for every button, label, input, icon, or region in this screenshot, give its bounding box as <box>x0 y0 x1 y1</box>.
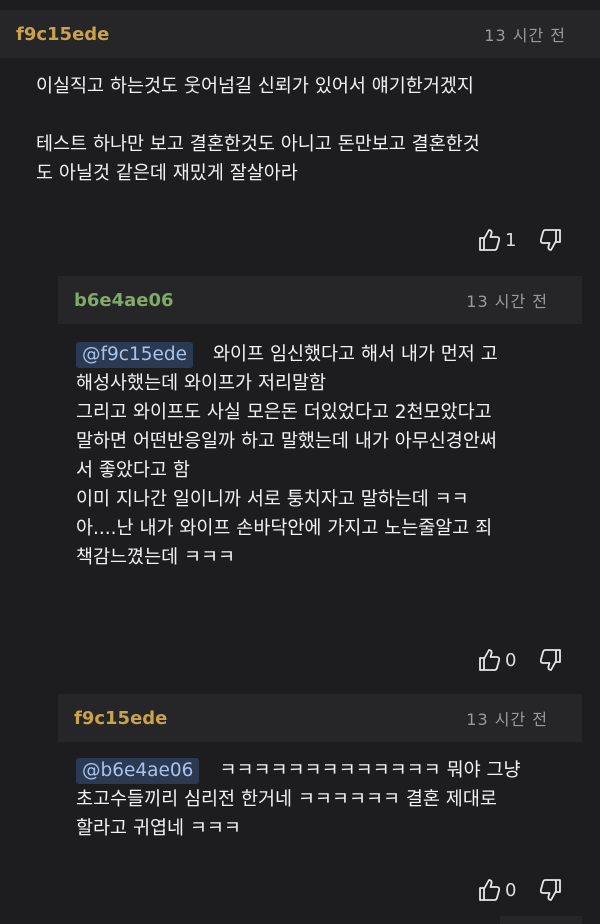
like-button[interactable]: 0 <box>478 648 534 672</box>
comment-line <box>36 101 480 130</box>
comment-body: 이실직고 하는것도 웃어넘길 신뢰가 있어서 얘기한거겠지 테스트 하나만 보고… <box>36 72 480 188</box>
dislike-button[interactable] <box>540 228 562 252</box>
dislike-button[interactable] <box>540 878 562 902</box>
comment-header: f9c15ede 13 시간 전 <box>58 694 582 742</box>
dislike-button[interactable] <box>540 648 562 672</box>
like-button[interactable]: 0 <box>478 878 534 902</box>
comment-actions: 0 <box>478 648 562 672</box>
comment-line: ㅋㅋㅋㅋㅋㅋㅋㅋㅋㅋㅋㅋㅋ 뭐야 그냥 <box>219 760 521 781</box>
comment-line: 이미 지나간 일이니까 서로 퉁치자고 말하는데 ㅋㅋ <box>76 489 469 510</box>
comment-header: f9c15ede 13 시간 전 <box>0 10 600 58</box>
next-comment-header-edge <box>500 916 582 924</box>
timestamp: 13 시간 전 <box>466 710 548 729</box>
comment-line: 초고수들끼리 심리전 한거네 ㅋㅋㅋㅋㅋㅋ 결혼 제대로 <box>76 789 497 810</box>
thumbs-up-icon <box>478 878 500 902</box>
username[interactable]: f9c15ede <box>74 708 167 729</box>
comment-header: b6e4ae06 13 시간 전 <box>58 276 582 324</box>
thumbs-up-icon <box>478 648 500 672</box>
comment-line: 서 좋았다고 함 <box>76 460 190 481</box>
comment-line: 도 아닐것 같은데 재밌게 잘살아라 <box>36 163 298 184</box>
thumbs-up-icon <box>478 228 500 252</box>
like-count: 1 <box>505 229 517 251</box>
thumbs-down-icon <box>540 878 562 902</box>
like-count: 0 <box>505 879 517 901</box>
comment-line: 해성사했는데 와이프가 저리말함 <box>76 373 327 394</box>
comment-body: @f9c15ede 와이프 임신했다고 해서 내가 먼저 고 해성사했는데 와이프… <box>76 340 498 572</box>
reply-1: b6e4ae06 13 시간 전 @f9c15ede 와이프 임신했다고 해서 내… <box>0 270 600 690</box>
thumbs-down-icon <box>540 228 562 252</box>
comment-actions: 0 <box>478 878 562 902</box>
mention-tag[interactable]: @f9c15ede <box>76 342 194 368</box>
comment-1: f9c15ede 13 시간 전 이실직고 하는것도 웃어넘길 신뢰가 있어서 … <box>0 0 600 270</box>
comment-line: 책감느꼈는데 ㅋㅋㅋ <box>76 547 236 568</box>
like-button[interactable]: 1 <box>478 228 534 252</box>
reply-2: f9c15ede 13 시간 전 @b6e4ae06 ㅋㅋㅋㅋㅋㅋㅋㅋㅋㅋㅋㅋㅋ … <box>0 690 600 924</box>
username[interactable]: b6e4ae06 <box>74 290 174 311</box>
comment-line: 이실직고 하는것도 웃어넘길 신뢰가 있어서 얘기한거겠지 <box>36 76 474 97</box>
comment-line: 테스트 하나만 보고 결혼한것도 아니고 돈만보고 결혼한것 <box>36 134 480 155</box>
comment-line: 말하면 어떤반응일까 하고 말했는데 내가 아무신경안써 <box>76 431 497 452</box>
comment-line: 그리고 와이프도 사실 모은돈 더있었다고 2천모았다고 <box>76 402 492 423</box>
username[interactable]: f9c15ede <box>16 24 109 45</box>
timestamp: 13 시간 전 <box>466 292 548 311</box>
comment-line: 할라고 귀엽네 ㅋㅋㅋ <box>76 818 241 839</box>
comment-line: 와이프 임신했다고 해서 내가 먼저 고 <box>213 344 498 365</box>
thumbs-down-icon <box>540 648 562 672</box>
timestamp: 13 시간 전 <box>484 26 566 45</box>
comment-line: 아....난 내가 와이프 손바닥안에 가지고 노는줄알고 죄 <box>76 518 493 539</box>
comment-body: @b6e4ae06 ㅋㅋㅋㅋㅋㅋㅋㅋㅋㅋㅋㅋㅋ 뭐야 그냥 초고수들끼리 심리전 … <box>76 756 521 843</box>
mention-tag[interactable]: @b6e4ae06 <box>76 758 200 784</box>
comment-actions: 1 <box>478 228 562 252</box>
like-count: 0 <box>505 649 517 671</box>
